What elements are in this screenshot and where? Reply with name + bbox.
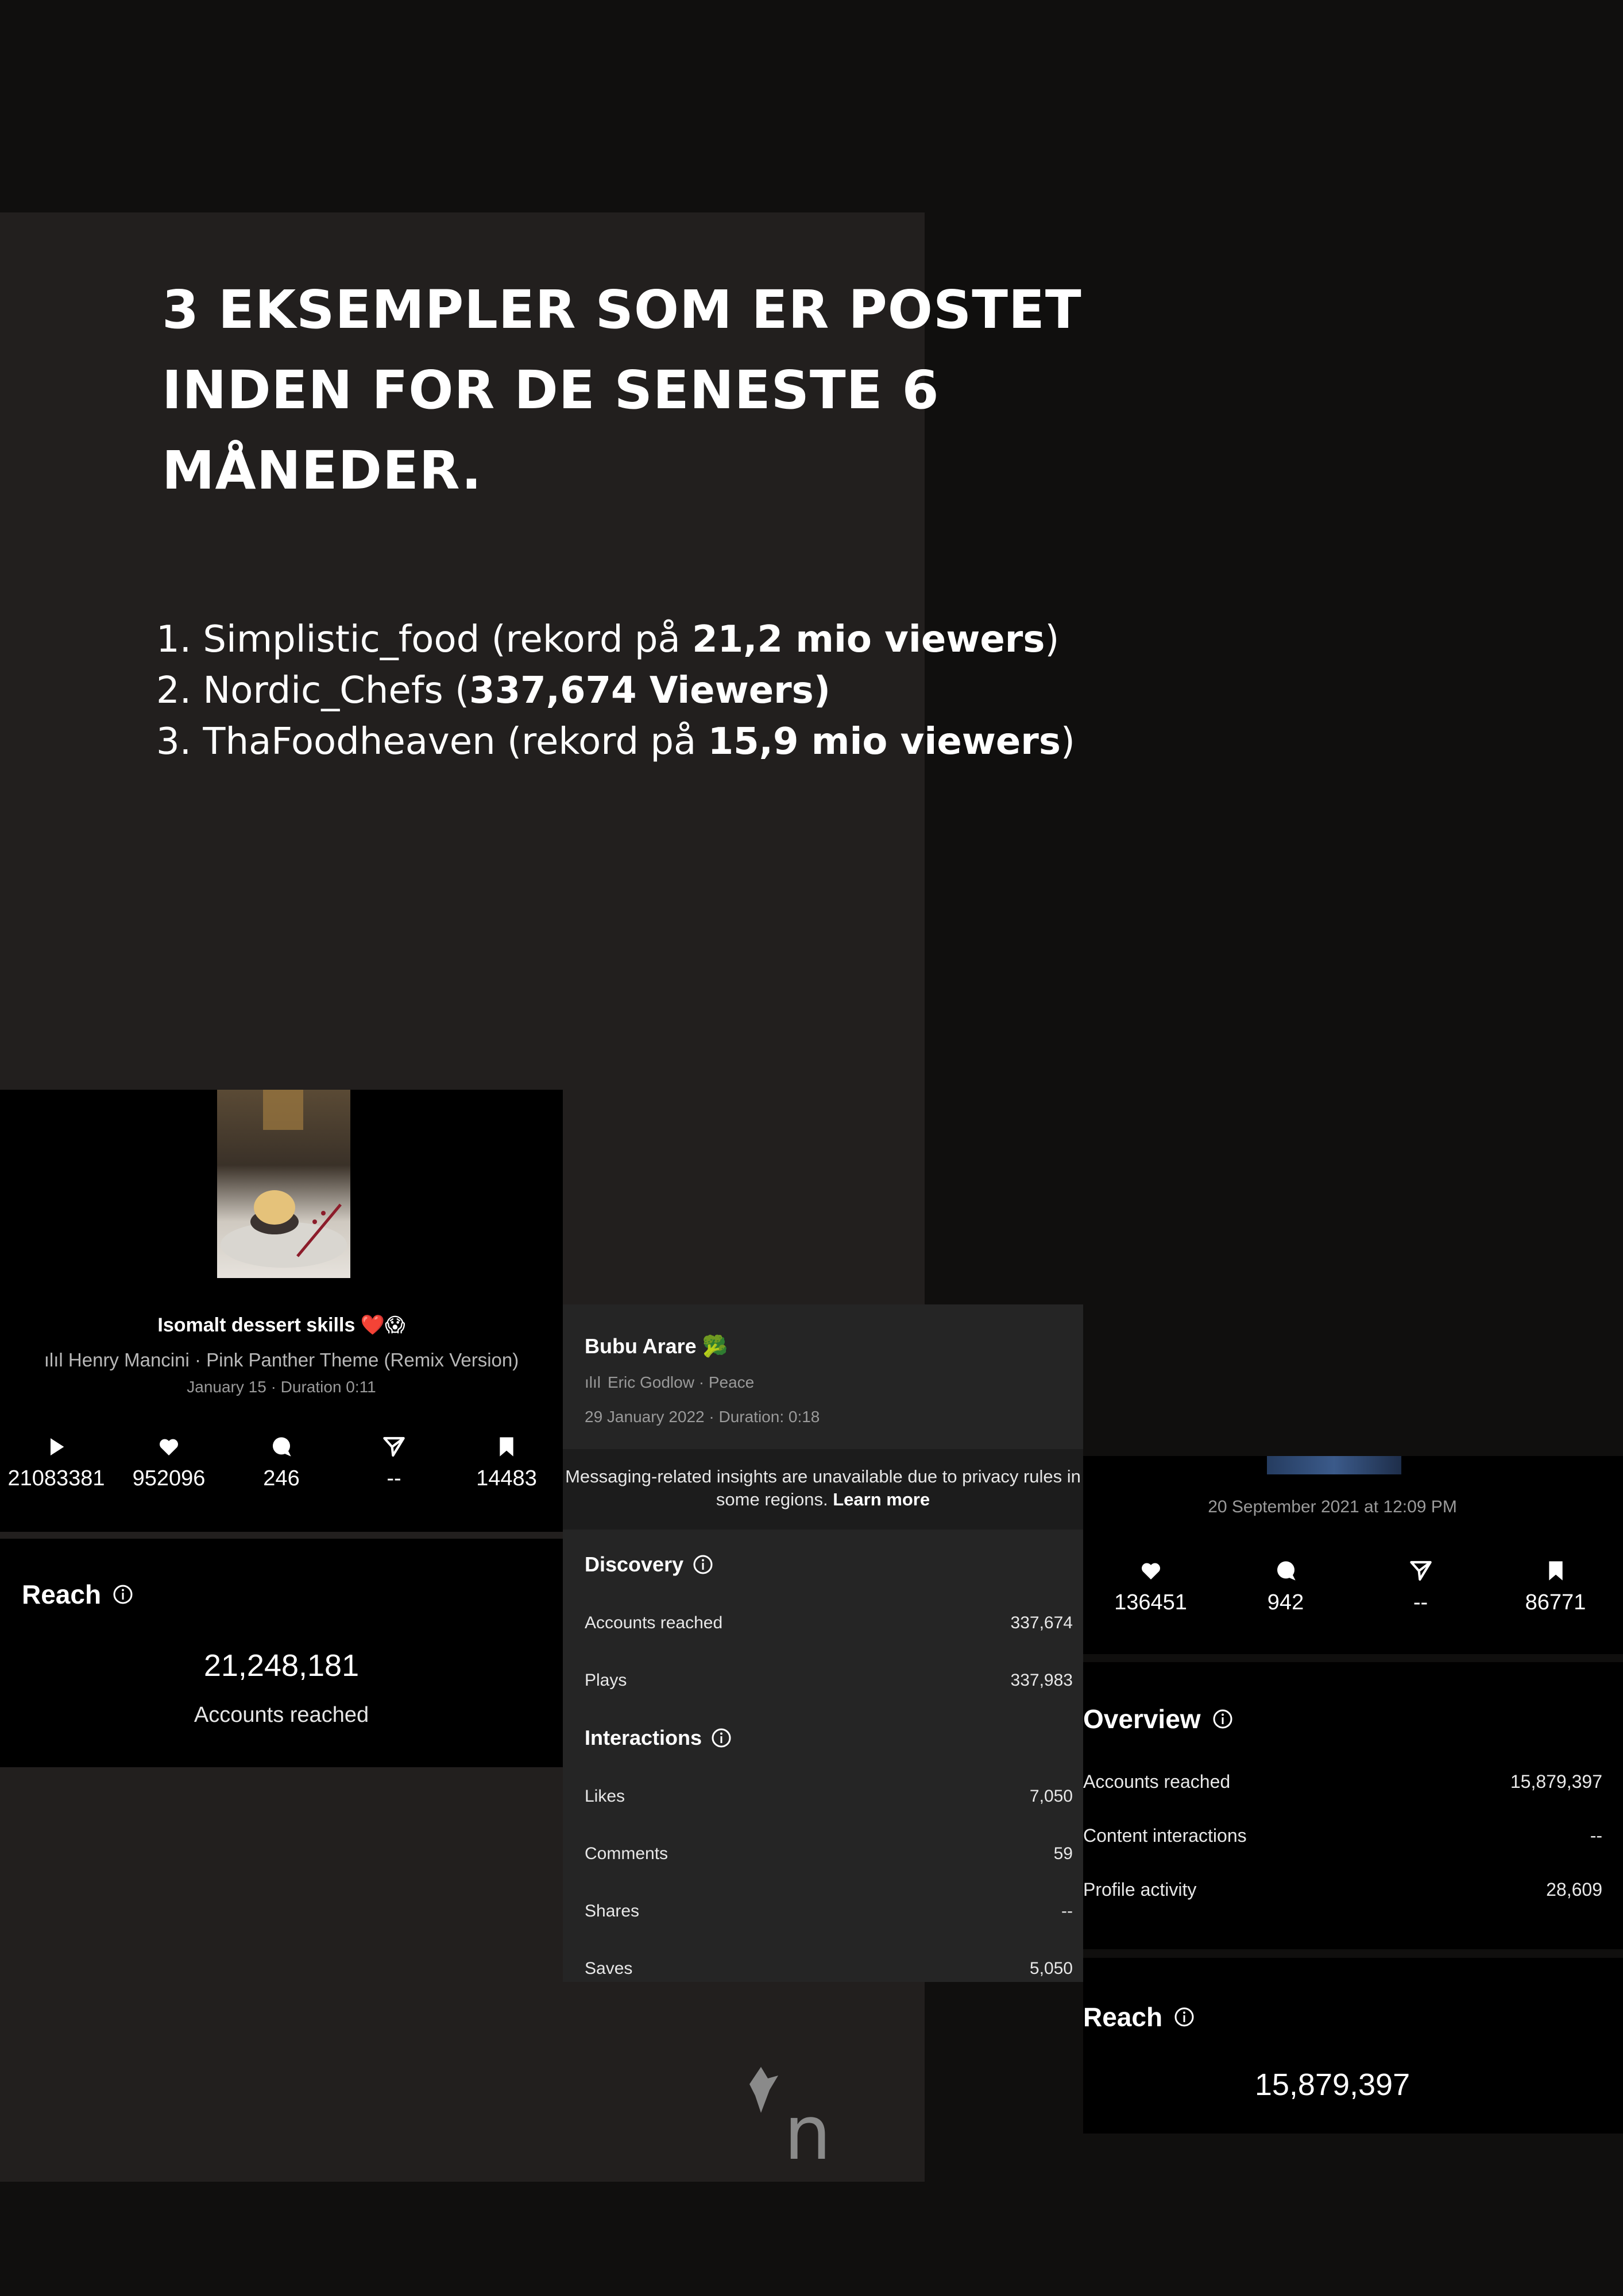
comments-stat: 942 — [1228, 1559, 1343, 1615]
post-date: 29 January 2022 · Duration: 0:18 — [585, 1408, 820, 1426]
info-icon[interactable] — [1174, 2007, 1195, 2027]
likes-row: Likes 7,050 — [585, 1787, 1073, 1806]
post-music: ılıl Henry Mancini · Pink Panther Theme … — [44, 1349, 519, 1370]
post-stats: 21083381 952096 246 -- 14483 — [0, 1435, 563, 1491]
interactions-title: Interactions — [585, 1726, 732, 1750]
post-date: January 15 · Duration 0:11 — [187, 1378, 376, 1396]
saves-row: Saves 5,050 — [585, 1959, 1073, 1978]
reach-label: Accounts reached — [194, 1703, 369, 1727]
post-music: ılıl Eric Godlow · Peace — [585, 1373, 755, 1391]
post-thumbnail[interactable] — [217, 1090, 350, 1278]
brand-logo: n — [744, 2061, 882, 2205]
logo-letter: n — [784, 2089, 831, 2177]
example-item-3: 3. ThaFoodheaven (rekord på 15,9 mio vie… — [156, 721, 1075, 763]
reach-title: Reach — [22, 1579, 133, 1610]
heart-icon — [1141, 1563, 1160, 1579]
play-icon — [51, 1438, 64, 1455]
heart-icon — [159, 1439, 179, 1455]
reach-card-simplistic-food: Reach 21,248,181 Accounts reached — [0, 1539, 563, 1767]
shares-stat: -- — [338, 1435, 450, 1491]
shares-stat: -- — [1363, 1559, 1478, 1615]
discovery-title: Discovery — [585, 1552, 713, 1577]
info-icon[interactable] — [1212, 1709, 1233, 1729]
post-date: 20 September 2021 at 12:09 PM — [1208, 1497, 1457, 1516]
saves-stat: 86771 — [1498, 1559, 1613, 1615]
bookmark-icon — [1548, 1561, 1563, 1581]
profile-activity-row: Profile activity 28,609 — [1083, 1879, 1602, 1900]
info-icon[interactable] — [711, 1728, 732, 1748]
overview-title: Overview — [1083, 1703, 1233, 1734]
comments-row: Comments 59 — [585, 1844, 1073, 1863]
likes-stat: 952096 — [113, 1435, 225, 1491]
overview-card-thafoodheaven: Overview Accounts reached 15,879,397 Cont… — [1083, 1662, 1623, 1949]
audio-icon: ılıl — [585, 1373, 601, 1391]
post-stats: 136451 942 -- 86771 — [1083, 1559, 1623, 1615]
audio-icon: ılıl — [44, 1349, 68, 1370]
example-item-1: 1. Simplistic_food (rekord på 21,2 mio v… — [156, 618, 1060, 661]
post-title: Bubu Arare 🥦 — [585, 1334, 728, 1358]
plays-stat: 21083381 — [0, 1435, 113, 1491]
headline: 3 EKSEMPLER SOM ER POSTET INDEN FOR DE S… — [162, 279, 1082, 501]
likes-stat: 136451 — [1093, 1559, 1208, 1615]
accounts-reached-row: Accounts reached 15,879,397 — [1083, 1771, 1602, 1792]
shares-row: Shares -- — [585, 1902, 1073, 1921]
reach-card-thafoodheaven: Reach 15,879,397 — [1083, 1958, 1623, 2134]
reach-title: Reach — [1083, 2001, 1195, 2032]
info-icon[interactable] — [113, 1584, 133, 1605]
content-interactions-row: Content interactions -- — [1083, 1825, 1602, 1846]
reach-value: 15,879,397 — [1254, 2067, 1411, 2102]
saves-stat: 14483 — [450, 1435, 563, 1491]
accounts-reached-row: Accounts reached 337,674 — [585, 1613, 1073, 1632]
info-icon[interactable] — [693, 1554, 713, 1575]
privacy-notice: Messaging-related insights are unavailab… — [563, 1449, 1083, 1530]
comment-icon — [273, 1437, 291, 1457]
example-item-2: 2. Nordic_Chefs (337,674 Viewers) — [156, 669, 830, 712]
send-icon — [1409, 1561, 1432, 1581]
insight-card-nordic-chefs: Bubu Arare 🥦 ılıl Eric Godlow · Peace 29 … — [563, 1304, 1083, 1982]
comments-stat: 246 — [225, 1435, 338, 1491]
insight-card-simplistic-food: Isomalt dessert skills ❤️😱 ılıl Henry Ma… — [0, 1090, 563, 1532]
post-title: Isomalt dessert skills ❤️😱 — [157, 1314, 405, 1336]
learn-more-link[interactable]: Learn more — [833, 1489, 930, 1509]
bookmark-icon — [500, 1437, 513, 1457]
examples-list: 1. Simplistic_food (rekord på 21,2 mio v… — [156, 614, 1075, 768]
reach-value: 21,248,181 — [203, 1648, 360, 1683]
comment-icon — [1277, 1561, 1296, 1581]
plays-row: Plays 337,983 — [585, 1671, 1073, 1690]
post-thumbnail[interactable] — [1267, 1456, 1401, 1474]
insight-card-thafoodheaven: 20 September 2021 at 12:09 PM 136451 942… — [1083, 1456, 1623, 1654]
send-icon — [383, 1437, 405, 1457]
